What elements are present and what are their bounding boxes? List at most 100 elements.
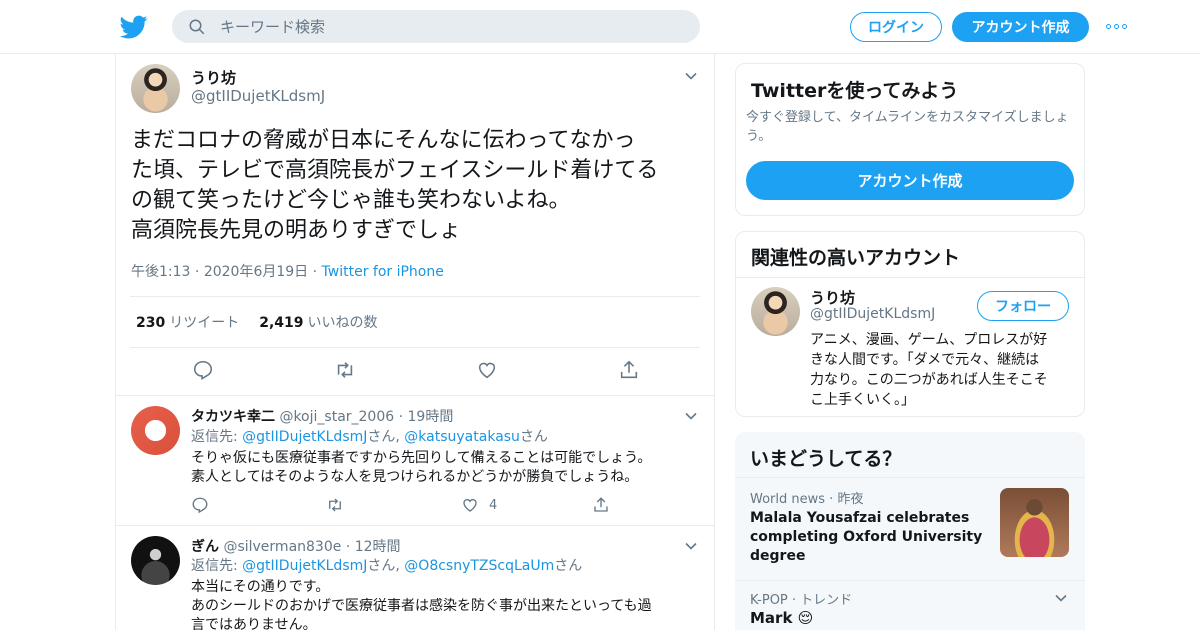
like-count-link[interactable]: 2,419 いいねの数 bbox=[259, 312, 377, 332]
share-icon[interactable] bbox=[592, 496, 610, 514]
tweet-text-line: の観て笑ったけど今じゃ誰も笑わないよね。 bbox=[131, 188, 571, 213]
like-icon[interactable] bbox=[461, 496, 479, 514]
replying-to: 返信先: @gtIIDujetKLdsmJさん, @O8csnyTZScqLaU… bbox=[191, 557, 701, 576]
trends-title: いまどうしてる？ bbox=[750, 448, 902, 470]
replying-to: 返信先: @gtIIDujetKLdsmJさん, @katsuyatakasuさ… bbox=[191, 428, 701, 447]
avatar[interactable] bbox=[131, 406, 180, 455]
twitter-logo-icon[interactable] bbox=[119, 13, 148, 41]
top-bar: ログイン アカウント作成 bbox=[0, 0, 1200, 54]
share-icon[interactable] bbox=[618, 359, 640, 381]
like-count-label: いいねの数 bbox=[307, 315, 378, 331]
retweet-count-link[interactable]: 230 リツイート bbox=[136, 312, 239, 332]
tweet-column: うり坊 @gtIIDujetKLdsmJ まだコロナの脅威が日本にそんなに伝わっ… bbox=[115, 54, 715, 630]
trend-label: Mark 😌 bbox=[750, 609, 813, 627]
chevron-down-icon[interactable] bbox=[685, 410, 697, 422]
retweet-count: 230 bbox=[136, 315, 166, 331]
related-accounts-card: 関連性の高いアカウント うり坊 @gtIIDujetKLdsmJ フォロー アニ… bbox=[735, 231, 1085, 417]
signup-card-button[interactable]: アカウント作成 bbox=[746, 161, 1074, 200]
signup-card: Twitterを使ってみよう 今すぐ登録して、タイムラインをカスタマイズしましょ… bbox=[735, 63, 1085, 216]
avatar[interactable] bbox=[131, 64, 180, 113]
chevron-down-icon[interactable] bbox=[685, 540, 697, 552]
reply-author-name[interactable]: タカツキ幸二 bbox=[191, 409, 275, 425]
mention-suffix: さん, bbox=[367, 429, 405, 445]
related-account-bio: アニメ、漫画、ゲーム、プロレスが好 きな人間です。「ダメで元々、継続は 力なり。… bbox=[810, 330, 1072, 410]
replying-to-label: 返信先: bbox=[191, 429, 243, 445]
trend-context: World news · 昨夜 bbox=[750, 492, 864, 507]
reply-actions: 4 bbox=[191, 496, 610, 514]
signup-card-title: Twitterを使ってみよう bbox=[751, 80, 959, 102]
like-icon[interactable] bbox=[476, 359, 498, 381]
reply-text-line: 言ではありません。 bbox=[191, 617, 317, 630]
reply-author-name[interactable]: ぎん bbox=[191, 539, 219, 555]
reply-time[interactable]: 12時間 bbox=[355, 539, 401, 555]
signup-button[interactable]: アカウント作成 bbox=[952, 12, 1089, 42]
tweet-text: まだコロナの脅威が日本にそんなに伝わってなかっ た頃、テレビで高須院長がフェイス… bbox=[131, 126, 701, 246]
mention-suffix: さん, bbox=[367, 558, 405, 574]
search-icon bbox=[189, 19, 205, 34]
related-account-handle[interactable]: @gtIIDujetKLdsmJ bbox=[810, 306, 935, 322]
like-count: 4 bbox=[489, 497, 498, 513]
tweet-meta: 午後1:13 · 2020年6月19日 · Twitter for iPhone bbox=[131, 264, 444, 280]
trend-name: Mark bbox=[750, 609, 793, 627]
mention-link[interactable]: @gtIIDujetKLdsmJ bbox=[242, 558, 367, 574]
reply-text-line: 本当にその通りです。 bbox=[191, 579, 330, 595]
relieved-face-icon: 😌 bbox=[797, 609, 814, 627]
reply-header: ぎん @silverman830e · 12時間 bbox=[191, 539, 401, 555]
news-thumbnail bbox=[1000, 488, 1069, 557]
trend-time: 昨夜 bbox=[837, 492, 864, 507]
tweet-time[interactable]: 午後1:13 bbox=[131, 264, 190, 280]
mention-link[interactable]: @O8csnyTZScqLaUm bbox=[404, 558, 554, 574]
tweet-source[interactable]: Twitter for iPhone bbox=[322, 264, 444, 280]
bio-line: きな人間です。「ダメで元々、継続は bbox=[810, 352, 1040, 368]
reply-tweet[interactable]: タカツキ幸二 @koji_star_2006 · 19時間 返信先: @gtII… bbox=[116, 396, 714, 526]
tweet-text-line: た頃、テレビで高須院長がフェイスシールド着けてる bbox=[131, 158, 659, 183]
reply-text-line: 素人としてはそのような人を見つけられるかどうかが勝負でしょうね。 bbox=[191, 469, 639, 485]
trend-headline-line: Malala Yousafzai celebrates bbox=[750, 510, 970, 526]
chevron-down-icon[interactable] bbox=[685, 70, 697, 82]
divider bbox=[736, 277, 1084, 278]
tweet-actions bbox=[192, 359, 640, 381]
avatar[interactable] bbox=[131, 536, 180, 585]
chevron-down-icon[interactable] bbox=[1055, 592, 1067, 604]
reply-text-line: そりゃ仮にも医療従事者ですから先回りして備えることは可能でしょう。 bbox=[191, 450, 652, 466]
search-box[interactable] bbox=[172, 10, 700, 43]
trend-item-news[interactable]: World news · 昨夜 Malala Yousafzai celebra… bbox=[735, 478, 1085, 580]
reply-icon[interactable] bbox=[191, 496, 209, 514]
reply-text: そりゃ仮にも医療従事者ですから先回りして備えることは可能でしょう。 素人としては… bbox=[191, 449, 701, 487]
bio-line: 力なり。この二つがあれば人生そこそ bbox=[810, 372, 1048, 388]
reply-author-handle[interactable]: @koji_star_2006 bbox=[279, 409, 394, 425]
search-input[interactable] bbox=[220, 17, 660, 36]
trend-headline-line: degree bbox=[750, 548, 806, 564]
trends-card: いまどうしてる？ World news · 昨夜 Malala Yousafza… bbox=[735, 432, 1085, 630]
tweet-text-line: まだコロナの脅威が日本にそんなに伝わってなかっ bbox=[131, 128, 636, 153]
retweet-icon[interactable] bbox=[334, 359, 356, 381]
like-count: 2,419 bbox=[259, 315, 304, 331]
trend-headline-line: completing Oxford University bbox=[750, 529, 983, 545]
author-handle[interactable]: @gtIIDujetKLdsmJ bbox=[191, 87, 325, 105]
login-button[interactable]: ログイン bbox=[850, 12, 942, 42]
retweet-count-label: リツイート bbox=[169, 315, 240, 331]
reply-tweet[interactable]: ぎん @silverman830e · 12時間 返信先: @gtIIDujet… bbox=[116, 526, 714, 630]
related-accounts-title: 関連性の高いアカウント bbox=[751, 247, 961, 269]
follow-button[interactable]: フォロー bbox=[977, 291, 1069, 321]
retweet-icon[interactable] bbox=[326, 496, 344, 514]
trend-category: トレンド bbox=[800, 593, 853, 608]
reply-header: タカツキ幸二 @koji_star_2006 · 19時間 bbox=[191, 409, 454, 425]
mention-link[interactable]: @gtIIDujetKLdsmJ bbox=[242, 429, 367, 445]
tweet-stats: 230 リツイート 2,419 いいねの数 bbox=[130, 296, 700, 348]
trend-context-label: K-POP bbox=[750, 593, 788, 608]
reply-time[interactable]: 19時間 bbox=[408, 409, 454, 425]
related-account-name[interactable]: うり坊 bbox=[810, 287, 855, 308]
more-icon[interactable] bbox=[1106, 19, 1130, 33]
avatar[interactable] bbox=[751, 287, 800, 336]
reply-text: 本当にその通りです。 あのシールドのおかげで医療従事者は感染を防ぐ事が出来たとい… bbox=[191, 578, 701, 630]
author-name[interactable]: うり坊 bbox=[191, 67, 236, 88]
reply-text-line: あのシールドのおかげで医療従事者は感染を防ぐ事が出来たといっても過 bbox=[191, 598, 652, 614]
reply-icon[interactable] bbox=[192, 359, 214, 381]
reply-author-handle[interactable]: @silverman830e bbox=[223, 539, 341, 555]
mention-link[interactable]: @katsuyatakasu bbox=[404, 429, 520, 445]
trend-item-kpop[interactable]: K-POP · トレンド Mark 😌 bbox=[735, 581, 1085, 630]
mention-suffix: さん bbox=[519, 429, 548, 445]
tweet-date[interactable]: 2020年6月19日 bbox=[204, 264, 308, 280]
bio-line: アニメ、漫画、ゲーム、プロレスが好 bbox=[810, 332, 1048, 348]
